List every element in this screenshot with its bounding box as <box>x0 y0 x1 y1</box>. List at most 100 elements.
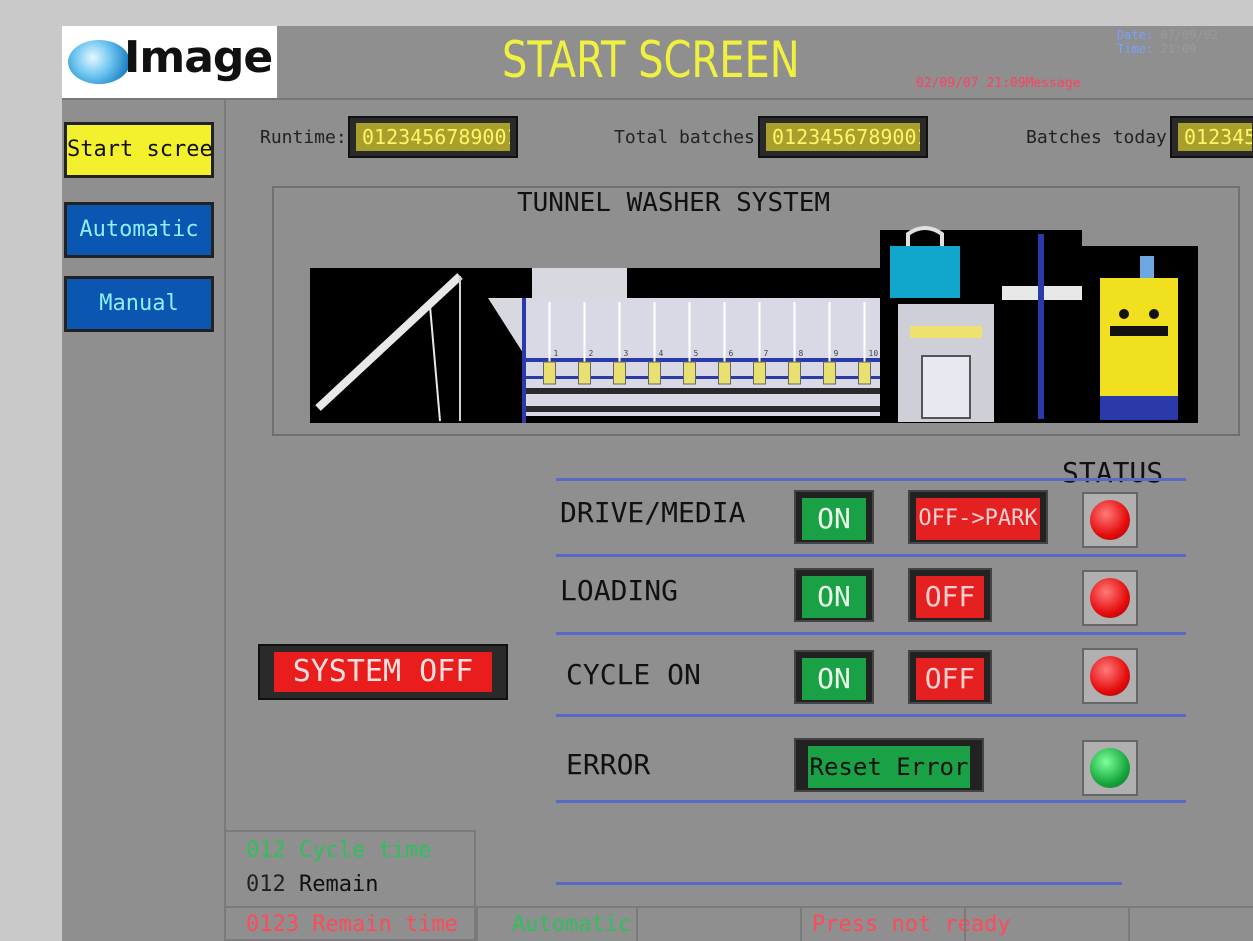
loading-on-button[interactable]: ON <box>794 568 874 622</box>
compartment-tank <box>683 361 696 385</box>
separator <box>556 632 1186 635</box>
reset-error-button[interactable]: Reset Error <box>794 738 984 792</box>
sidebar-divider <box>224 100 226 941</box>
date-label: Date: <box>1117 28 1154 42</box>
logo: Image <box>62 26 277 98</box>
drive-media-on-button[interactable]: ON <box>794 490 874 544</box>
reset-error-label: Reset Error <box>808 746 970 788</box>
time-value: 21:09 <box>1160 42 1197 56</box>
compartment-rod <box>653 302 656 362</box>
compartment-number: 10 <box>869 349 879 358</box>
compartment-tank <box>578 361 591 385</box>
hopper <box>532 268 627 298</box>
compartment-rod <box>863 302 866 362</box>
system-off-button[interactable]: SYSTEM OFF <box>258 644 508 700</box>
compartment-rod <box>583 302 586 362</box>
compartment-number: 7 <box>764 349 769 358</box>
header-divider <box>62 98 1253 100</box>
compartment-number: 3 <box>624 349 629 358</box>
loading-on-label: ON <box>802 576 866 618</box>
separator <box>556 554 1186 557</box>
conveyor-background <box>310 268 525 423</box>
nav-manual-button[interactable]: Manual <box>64 276 214 332</box>
runtime-value: 01234567890012 <box>356 123 510 151</box>
drive-media-off-label: OFF->PARK <box>916 498 1040 540</box>
compartment-tank <box>858 361 871 385</box>
remain-value: 012 <box>246 872 286 897</box>
compartment-number: 4 <box>659 349 664 358</box>
tunnel-washer-diagram: 1 2 3 4 5 6 7 8 9 10 <box>310 226 1198 423</box>
remain-time-value: 0123 <box>246 912 299 937</box>
compartment-number: 1 <box>554 349 559 358</box>
press-status: Press not ready <box>812 912 1011 937</box>
compartment-rod <box>828 302 831 362</box>
compartment-tank <box>788 361 801 385</box>
separator <box>556 478 1186 481</box>
dryer <box>1100 278 1178 396</box>
error-status-lamp <box>1082 740 1138 796</box>
cycle-status-lamp <box>1082 648 1138 704</box>
compartment-rod <box>548 302 551 362</box>
compartment-tank <box>753 361 766 385</box>
remain-label: Remain <box>299 872 379 897</box>
compartment-number: 8 <box>799 349 804 358</box>
system-off-label: SYSTEM OFF <box>274 652 492 692</box>
error-label: ERROR <box>566 748 651 781</box>
nav-start-screen-button[interactable]: Start screen <box>64 122 214 178</box>
message-line: 02/09/07 21:09Message <box>916 76 1081 91</box>
compartment-number: 2 <box>589 349 594 358</box>
total-batches-label: Total batches: <box>614 127 766 148</box>
cycle-off-button[interactable]: OFF <box>908 650 992 704</box>
washer-tunnel <box>525 298 880 416</box>
loading-off-button[interactable]: OFF <box>908 568 992 622</box>
loading-off-label: OFF <box>916 576 984 618</box>
date-time-readout: Date: 07/09/02 Time: 21:09 <box>1117 28 1218 56</box>
mode-status: Automatic <box>512 912 632 937</box>
batches-today-counter: 012345 <box>1170 116 1253 158</box>
drive-media-status-lamp <box>1082 492 1138 548</box>
drive-media-label: DRIVE/MEDIA <box>560 496 746 529</box>
nav-automatic-button[interactable]: Automatic <box>64 202 214 258</box>
compartment-tank <box>613 361 626 385</box>
drive-media-on-label: ON <box>802 498 866 540</box>
compartment-rod <box>793 302 796 362</box>
compartment-tank <box>718 361 731 385</box>
separator <box>556 714 1186 717</box>
drive-media-off-park-button[interactable]: OFF->PARK <box>908 490 1048 544</box>
remain-time-label: Remain time <box>312 912 458 937</box>
compartment-rod <box>758 302 761 362</box>
remain-readout: 012 Remain <box>246 872 378 897</box>
logo-globe-icon <box>68 40 130 84</box>
cycle-on-label: CYCLE ON <box>566 658 701 691</box>
runtime-counter: 01234567890012 <box>348 116 518 158</box>
loading-status-lamp <box>1082 570 1138 626</box>
logo-text: Image <box>124 32 273 83</box>
chemical-tank <box>890 246 960 298</box>
compartment-rod <box>688 302 691 362</box>
page-title: START SCREEN <box>502 31 800 89</box>
loading-label: LOADING <box>560 574 679 607</box>
compartment-number: 9 <box>834 349 839 358</box>
total-batches-counter: 01234567890012 <box>758 116 928 158</box>
runtime-label: Runtime: <box>260 127 347 148</box>
compartment-rod <box>618 302 621 362</box>
compartment-number: 5 <box>694 349 699 358</box>
date-value: 07/09/02 <box>1160 28 1219 42</box>
total-batches-value: 01234567890012 <box>766 123 920 151</box>
batches-today-label: Batches today: <box>1026 127 1178 148</box>
cycle-off-label: OFF <box>916 658 984 700</box>
separator <box>556 882 1122 885</box>
separator <box>556 800 1186 803</box>
cycle-time-value: 012 <box>246 838 286 863</box>
batches-today-value: 012345 <box>1178 123 1252 151</box>
remain-time-readout: 0123 Remain time <box>246 912 458 937</box>
compartment-tank <box>648 361 661 385</box>
status-header: STATUS <box>1062 456 1164 489</box>
cycle-on-button[interactable]: ON <box>794 650 874 704</box>
compartment-rod <box>723 302 726 362</box>
compartment-tank <box>823 361 836 385</box>
cycle-on-label-text: ON <box>802 658 866 700</box>
compartment-number: 6 <box>729 349 734 358</box>
hmi-screen: Image START SCREEN 02/09/07 21:09Message… <box>62 26 1253 941</box>
time-label: Time: <box>1117 42 1154 56</box>
